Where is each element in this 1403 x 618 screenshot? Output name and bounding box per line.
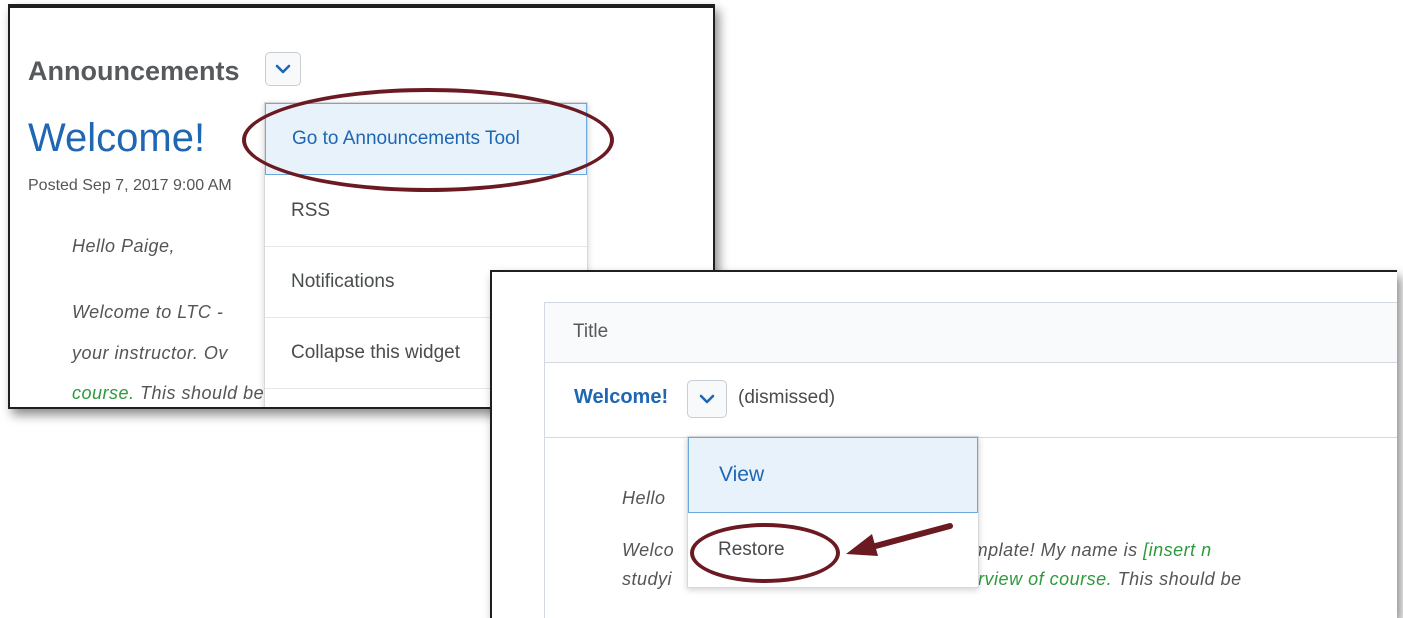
arrow-icon [846, 523, 953, 556]
menu-item-go-to-announcements[interactable]: Go to Announcements Tool [265, 103, 587, 175]
announcements-table-panel: Title Welcome! (dismissed) Hello Welco ou… [490, 270, 1397, 618]
row-dropdown-menu: View Restore [687, 436, 979, 588]
widget-heading: Announcements [28, 56, 240, 86]
menu-item-rss[interactable]: RSS [265, 175, 587, 247]
body-line-2b: This should be [1112, 569, 1242, 589]
panel-top-border [10, 4, 713, 8]
body-line-1: Welcome to LTC - [72, 302, 224, 322]
chevron-down-icon [275, 64, 291, 74]
widget-menu-button[interactable] [265, 52, 301, 86]
body-line-2: your instructor. Ov [72, 343, 228, 363]
body-greeting: Hello [622, 488, 666, 508]
body-greeting: Hello Paige, [72, 236, 176, 256]
table-header-row: Title [545, 303, 1397, 363]
body-link-text: course. [72, 383, 135, 403]
body-line-2a: studyi [622, 569, 673, 589]
dismissed-status: (dismissed) [738, 387, 836, 408]
row-menu-button[interactable] [687, 380, 727, 418]
body-line-1a: Welco [622, 540, 675, 560]
announcement-title[interactable]: Welcome! [28, 116, 205, 161]
posted-date: Posted Sep 7, 2017 9:00 AM [28, 177, 232, 194]
announcement-title-link[interactable]: Welcome! [574, 386, 668, 409]
column-header-title: Title [573, 321, 609, 342]
body-link-text: [insert n [1143, 540, 1212, 560]
chevron-down-icon [699, 394, 715, 404]
menu-item-view[interactable]: View [688, 437, 978, 513]
